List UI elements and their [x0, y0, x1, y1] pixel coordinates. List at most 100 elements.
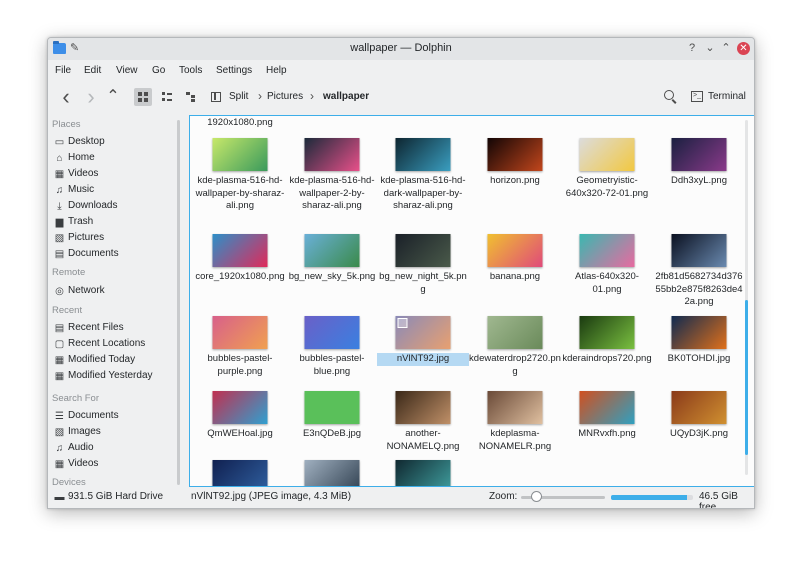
file-name-label[interactable]: Ddh3xyL.png	[653, 175, 745, 188]
file-item[interactable]	[194, 460, 286, 486]
file-name-label[interactable]: banana.png	[469, 271, 561, 284]
back-button[interactable]: ‹	[56, 86, 76, 108]
file-name-label[interactable]: another-NONAMELQ.png	[377, 428, 469, 453]
titlebar[interactable]: ✎ wallpaper — Dolphin ? ⌄ ⌃ ✕	[48, 38, 754, 60]
sidebar-item-audio[interactable]: ♫ Audio	[54, 441, 178, 456]
file-name-label[interactable]: QmWEHoal.jpg	[194, 428, 286, 441]
details-view-button[interactable]	[182, 88, 200, 106]
menu-help[interactable]: Help	[266, 65, 287, 76]
file-view-scrollbar[interactable]	[745, 120, 748, 475]
sidebar-item-videos[interactable]: ▦ Videos	[54, 167, 178, 182]
sidebar-item-home[interactable]: ⌂ Home	[54, 151, 178, 166]
file-thumbnail[interactable]	[212, 316, 268, 349]
sidebar-item-videos[interactable]: ▦ Videos	[54, 457, 178, 472]
split-button[interactable]: Split	[229, 91, 248, 102]
file-name-label[interactable]: Atlas-640x320-01.png	[561, 271, 653, 296]
file-thumbnail[interactable]	[395, 138, 451, 171]
file-item[interactable]: Geometryistic-640x320-72-01.png	[561, 138, 653, 230]
file-thumbnail[interactable]	[212, 391, 268, 424]
file-name-label[interactable]: 2fb81d5682734d37655bb2e875f8263de42a.png	[653, 271, 745, 309]
file-thumbnail[interactable]	[671, 234, 727, 267]
sidebar-item-documents[interactable]: ☰ Documents	[54, 409, 178, 424]
terminal-button[interactable]: Terminal	[708, 91, 746, 102]
file-thumbnail[interactable]	[395, 316, 451, 349]
file-item[interactable]: Atlas-640x320-01.png	[561, 234, 653, 326]
file-name-label[interactable]: nVlNT92.jpg	[377, 353, 469, 366]
file-thumbnail[interactable]	[487, 316, 543, 349]
file-thumbnail[interactable]	[304, 460, 360, 486]
sidebar-item-desktop[interactable]: ▭ Desktop	[54, 135, 178, 150]
file-thumbnail[interactable]	[212, 234, 268, 267]
sidebar-item-downloads[interactable]: ⤓ Downloads	[54, 199, 178, 214]
file-name-label[interactable]: kdewaterdrop2720.png	[469, 353, 561, 378]
menu-edit[interactable]: Edit	[84, 65, 101, 76]
file-name-label[interactable]: kde-plasma-516-hd-wallpaper-by-sharaz-al…	[194, 175, 286, 213]
selection-toggle-icon[interactable]	[397, 318, 408, 328]
file-item[interactable]: UQyD3jK.png	[653, 391, 745, 483]
file-view[interactable]: 1920x1080.png kde-plasma-516-hd-wallpaper…	[189, 115, 754, 487]
sidebar-item-modified-today[interactable]: ▦ Modified Today	[54, 353, 178, 368]
file-name-label[interactable]: UQyD3jK.png	[653, 428, 745, 441]
split-icon[interactable]	[211, 92, 221, 102]
file-thumbnail[interactable]	[579, 316, 635, 349]
breadcrumb-wallpaper[interactable]: wallpaper	[323, 91, 369, 102]
terminal-icon[interactable]: >_	[691, 91, 703, 102]
sidebar-item-trash[interactable]: ▆ Trash	[54, 215, 178, 230]
sidebar-item-network[interactable]: ◎ Network	[54, 284, 178, 299]
file-name-label[interactable]: horizon.png	[469, 175, 561, 188]
file-item[interactable]: bg_new_sky_5k.png	[286, 234, 378, 326]
file-item[interactable]: horizon.png	[469, 138, 561, 230]
file-name-label[interactable]: kde-plasma-516-hd-wallpaper-2-by-sharaz-…	[286, 175, 378, 213]
up-button[interactable]: ⌃	[103, 87, 123, 107]
help-button[interactable]: ?	[685, 41, 699, 55]
file-item[interactable]: kde-plasma-516-hd-dark-wallpaper-by-shar…	[377, 138, 469, 230]
file-thumbnail[interactable]	[579, 138, 635, 171]
file-name-label[interactable]: bg_new_night_5k.png	[377, 271, 469, 296]
breadcrumb-pictures[interactable]: Pictures	[267, 91, 303, 102]
menu-tools[interactable]: Tools	[179, 65, 202, 76]
file-name-label[interactable]: Geometryistic-640x320-72-01.png	[561, 175, 653, 200]
sidebar-item-recent-locations[interactable]: ▢ Recent Locations	[54, 337, 178, 352]
file-thumbnail[interactable]	[671, 391, 727, 424]
menu-go[interactable]: Go	[152, 65, 165, 76]
file-item[interactable]: core_1920x1080.png	[194, 234, 286, 326]
sidebar-item-documents[interactable]: ▤ Documents	[54, 247, 178, 262]
menu-file[interactable]: File	[55, 65, 71, 76]
file-item[interactable]: kde-plasma-516-hd-wallpaper-2-by-sharaz-…	[286, 138, 378, 230]
file-item[interactable]: Ddh3xyL.png	[653, 138, 745, 230]
file-thumbnail[interactable]	[487, 391, 543, 424]
file-thumbnail[interactable]	[579, 391, 635, 424]
file-name-label[interactable]: kde-plasma-516-hd-dark-wallpaper-by-shar…	[377, 175, 469, 213]
file-thumbnail[interactable]	[304, 138, 360, 171]
icons-view-button[interactable]	[134, 88, 152, 106]
file-item[interactable]: MNRvxfh.png	[561, 391, 653, 483]
file-thumbnail[interactable]	[395, 460, 451, 486]
sidebar-item-pictures[interactable]: ▧ Pictures	[54, 231, 178, 246]
file-name-label[interactable]: bubbles-pastel-blue.png	[286, 353, 378, 378]
compact-view-button[interactable]	[158, 88, 176, 106]
file-thumbnail[interactable]	[304, 391, 360, 424]
scrollbar-thumb[interactable]	[745, 300, 748, 455]
sidebar-item-931-5-gib-hard-drive[interactable]: ▬ 931.5 GiB Hard Drive	[54, 490, 178, 505]
file-name-label[interactable]: BK0TOHDI.jpg	[653, 353, 745, 366]
file-thumbnail[interactable]	[304, 316, 360, 349]
file-thumbnail[interactable]	[671, 316, 727, 349]
file-name-label[interactable]: kderaindrops720.png	[561, 353, 653, 366]
sidebar-item-modified-yesterday[interactable]: ▦ Modified Yesterday	[54, 369, 178, 384]
file-name-label[interactable]: core_1920x1080.png	[194, 271, 286, 284]
file-item[interactable]: 2fb81d5682734d37655bb2e875f8263de42a.png	[653, 234, 745, 326]
file-item[interactable]: kde-plasma-516-hd-wallpaper-by-sharaz-al…	[194, 138, 286, 230]
file-item[interactable]: banana.png	[469, 234, 561, 326]
file-name-label[interactable]: kdeplasma-NONAMELR.png	[469, 428, 561, 453]
file-name-label[interactable]: 1920x1080.png	[194, 117, 286, 128]
file-thumbnail[interactable]	[579, 234, 635, 267]
file-thumbnail[interactable]	[304, 234, 360, 267]
file-thumbnail[interactable]	[395, 234, 451, 267]
file-thumbnail[interactable]	[212, 460, 268, 486]
search-icon[interactable]	[664, 90, 674, 100]
file-thumbnail[interactable]	[671, 138, 727, 171]
file-thumbnail[interactable]	[212, 138, 268, 171]
maximize-button[interactable]: ⌃	[719, 41, 733, 55]
zoom-slider-handle[interactable]	[531, 491, 542, 502]
file-thumbnail[interactable]	[395, 391, 451, 424]
